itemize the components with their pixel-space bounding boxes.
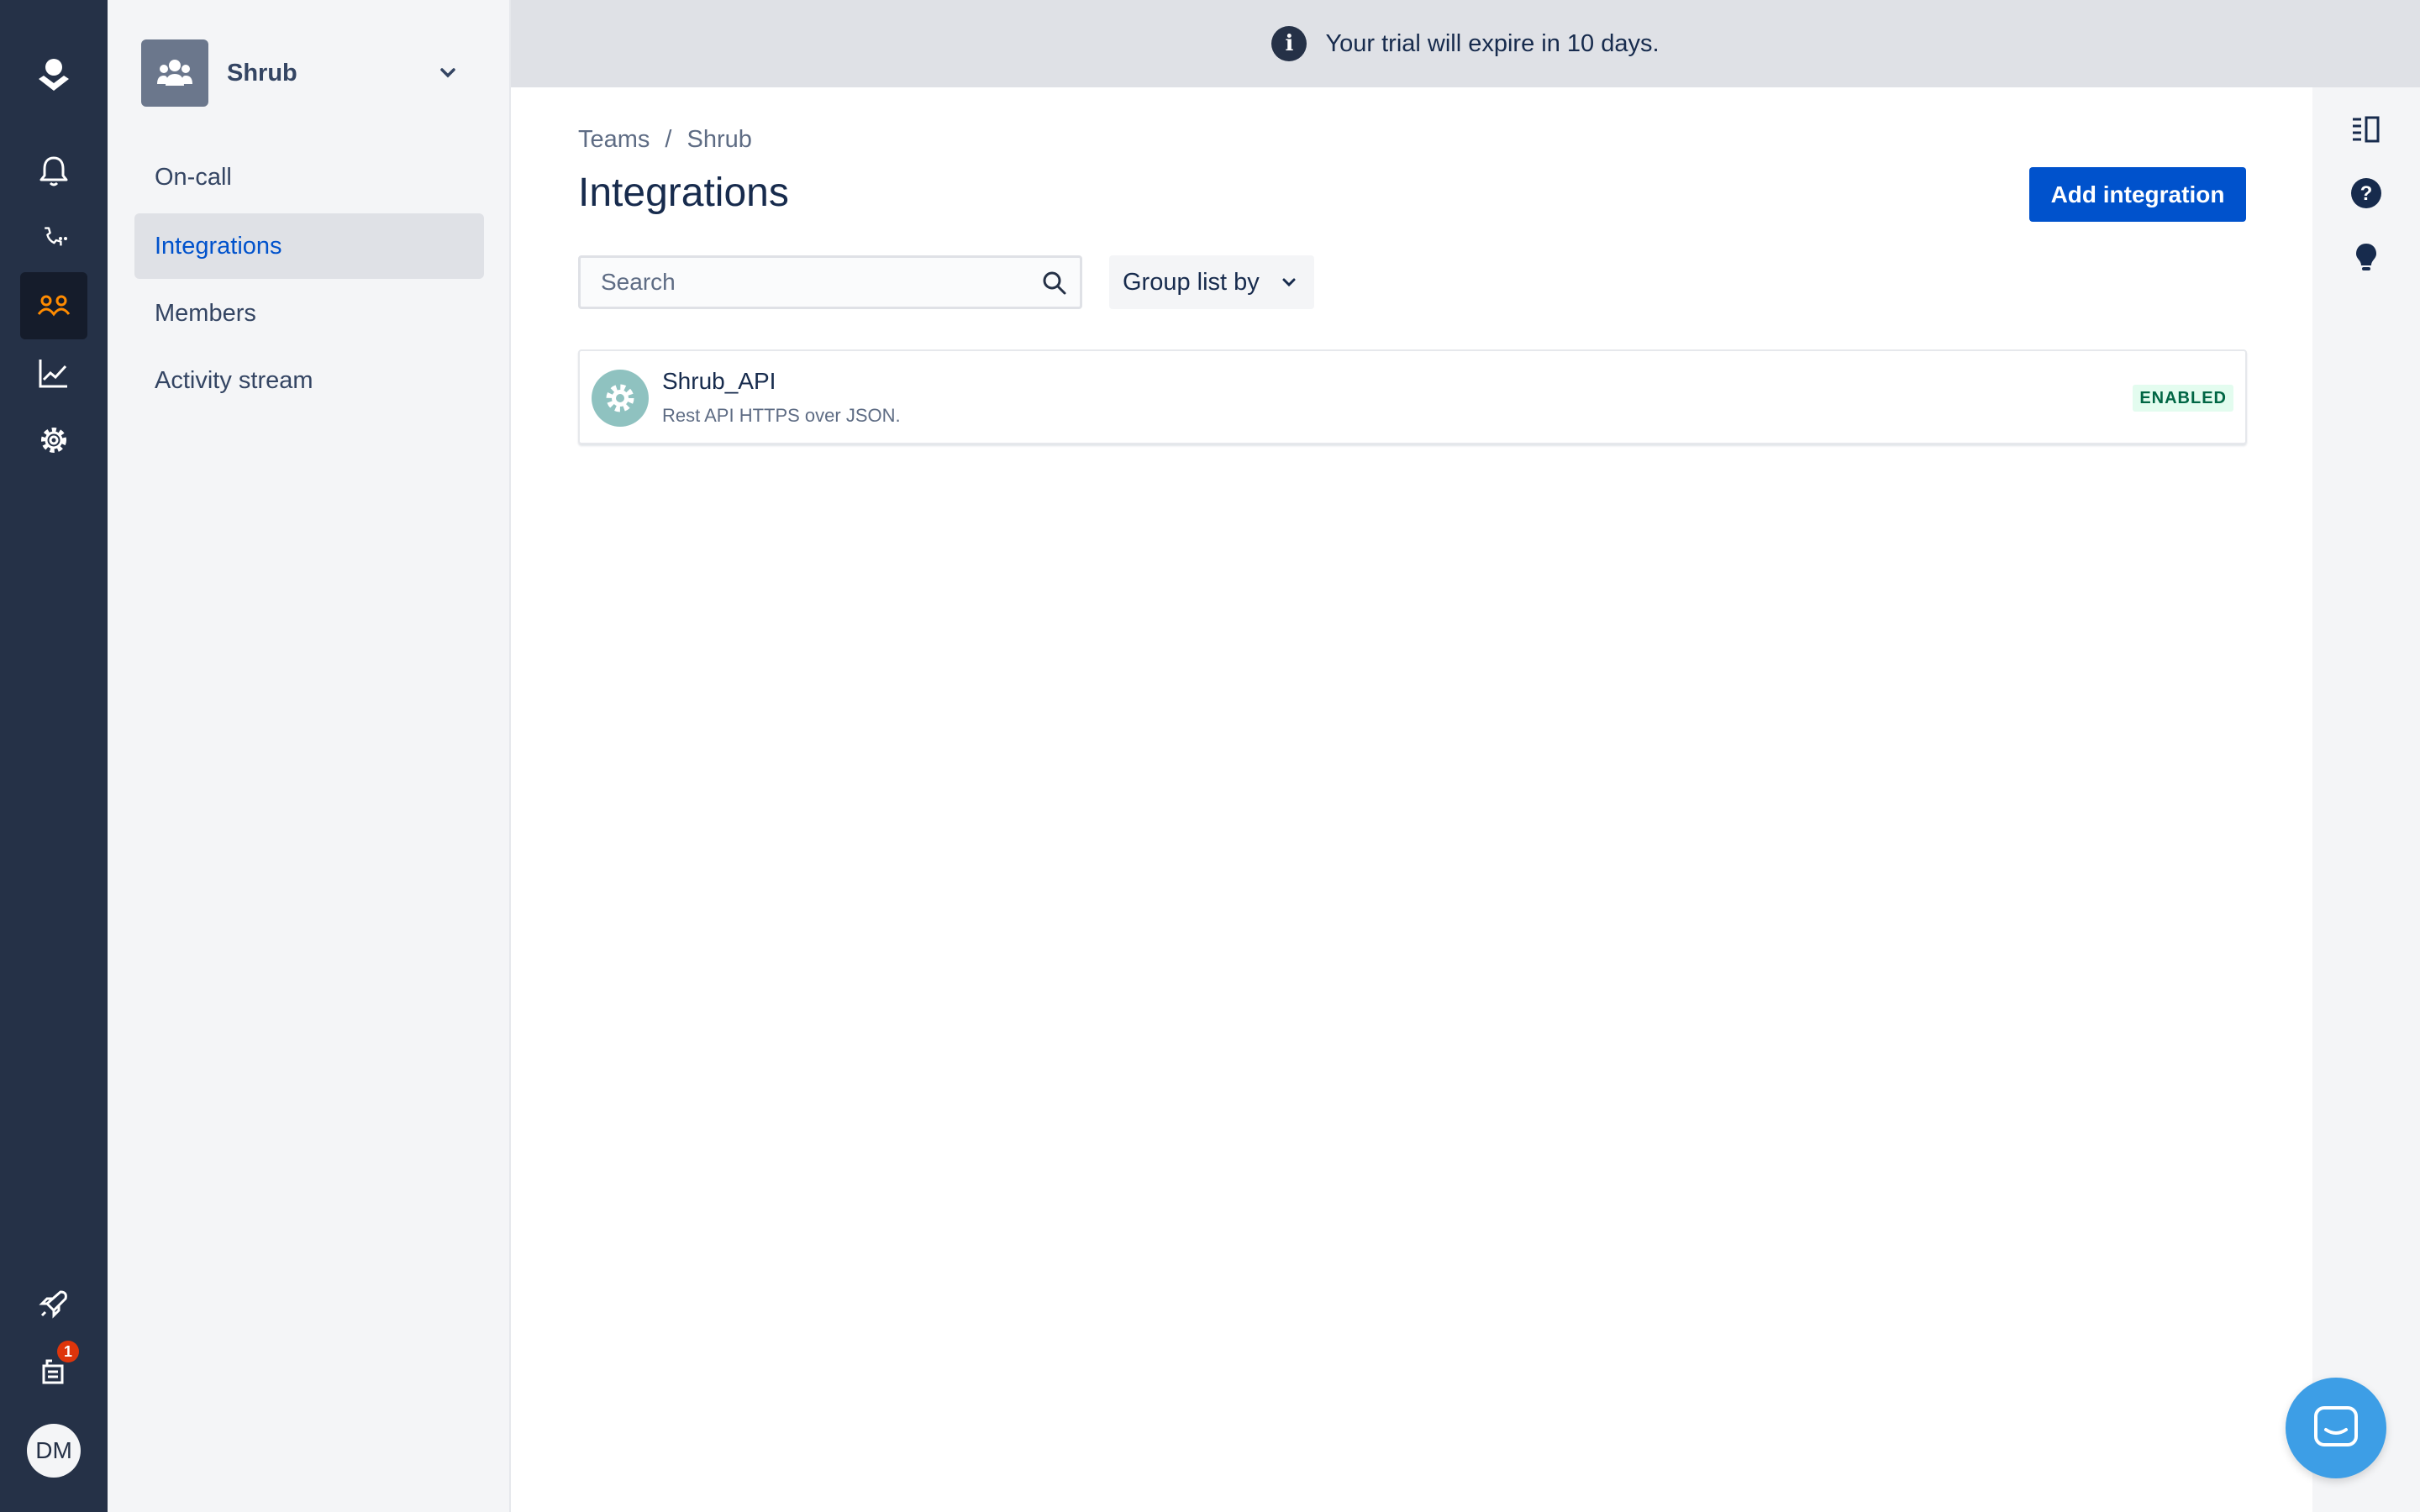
- sidebar-item-integrations[interactable]: Integrations: [134, 213, 484, 279]
- trial-banner-text: Your trial will expire in 10 days.: [1325, 29, 1660, 57]
- opsgenie-logo-icon: [39, 59, 69, 91]
- sidebar-item-label: Activity stream: [155, 366, 313, 394]
- add-integration-button[interactable]: Add integration: [2029, 167, 2246, 222]
- nav-whats-new[interactable]: [20, 1270, 87, 1337]
- main-content: Teams / Shrub Integrations Add integrati…: [511, 87, 2312, 1512]
- global-nav: 1 DM: [0, 0, 108, 1512]
- team-name: Shrub: [227, 59, 297, 87]
- info-icon: i: [1271, 26, 1307, 61]
- rocket-icon: [39, 1290, 67, 1319]
- bell-icon: [39, 156, 68, 186]
- integration-description: Rest API HTTPS over JSON.: [662, 405, 901, 426]
- nav-notifications[interactable]: 1: [20, 1337, 87, 1404]
- nav-teams[interactable]: [20, 272, 87, 339]
- group-list-by-dropdown[interactable]: Group list by: [1109, 255, 1314, 309]
- sidebar-item-activity-stream[interactable]: Activity stream: [134, 348, 484, 413]
- phone-icon: [45, 227, 67, 246]
- sidebar-item-label: Integrations: [155, 232, 282, 260]
- gear-icon: [606, 384, 634, 412]
- chevron-down-icon: [1282, 278, 1296, 287]
- sidebar-item-members[interactable]: Members: [134, 281, 484, 346]
- integration-list-item[interactable]: Shrub_API Rest API HTTPS over JSON. ENAB…: [578, 349, 2247, 444]
- team-sidebar: Shrub On-call Integrations Members Activ…: [108, 0, 511, 1512]
- app-logo[interactable]: [20, 42, 87, 109]
- trial-banner: i Your trial will expire in 10 days.: [511, 0, 2420, 87]
- breadcrumb-team-link[interactable]: Shrub: [687, 126, 751, 154]
- status-badge: ENABLED: [2133, 385, 2233, 412]
- page-title: Integrations: [578, 171, 789, 215]
- search-icon[interactable]: [1041, 270, 1068, 297]
- search-field: [578, 255, 1082, 309]
- breadcrumb: Teams / Shrub: [578, 126, 752, 154]
- chevron-down-icon[interactable]: [435, 60, 460, 86]
- team-avatar: [141, 39, 208, 107]
- help-icon[interactable]: ?: [2349, 176, 2383, 210]
- notification-count-badge: 1: [57, 1341, 79, 1362]
- integration-name[interactable]: Shrub_API: [662, 368, 776, 395]
- group-list-by-label: Group list by: [1123, 268, 1260, 296]
- search-input[interactable]: [601, 269, 1021, 296]
- chart-icon: [39, 360, 67, 388]
- nav-settings[interactable]: [20, 407, 87, 474]
- nav-alerts[interactable]: [20, 138, 87, 205]
- breadcrumb-teams-link[interactable]: Teams: [578, 126, 650, 154]
- sidebar-item-on-call[interactable]: On-call: [134, 144, 484, 210]
- chat-launcher-button[interactable]: [2286, 1378, 2386, 1478]
- toggle-panel-icon[interactable]: [2349, 113, 2383, 146]
- nav-on-call[interactable]: [20, 205, 87, 272]
- team-group-icon: [157, 60, 192, 86]
- svg-text:?: ?: [2360, 182, 2373, 205]
- gear-icon: [41, 428, 66, 453]
- integration-gear-icon: [592, 370, 649, 427]
- sidebar-item-label: Members: [155, 299, 256, 327]
- sidebar-item-label: On-call: [155, 163, 232, 191]
- breadcrumb-separator: /: [665, 126, 672, 153]
- avatar[interactable]: DM: [27, 1424, 81, 1478]
- teams-icon: [37, 295, 71, 317]
- lightbulb-icon[interactable]: [2349, 240, 2383, 274]
- nav-analytics[interactable]: [20, 339, 87, 407]
- right-utility-rail: ?: [2312, 87, 2420, 1512]
- chat-icon: [2314, 1406, 2358, 1446]
